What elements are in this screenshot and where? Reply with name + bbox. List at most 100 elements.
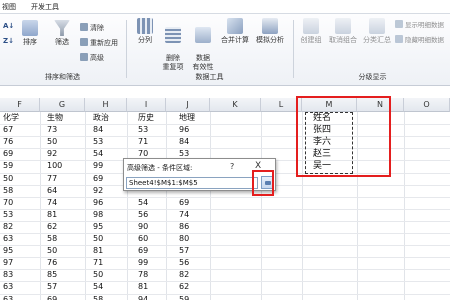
- remove-duplicates-button[interactable]: 删除 重复项: [158, 18, 188, 72]
- table-cell[interactable]: 92: [93, 185, 103, 197]
- table-cell[interactable]: 57: [47, 281, 57, 293]
- reapply-button[interactable]: 重新应用: [80, 38, 118, 48]
- table-cell[interactable]: 54: [93, 148, 103, 160]
- table-cell[interactable]: 69: [93, 173, 103, 185]
- advanced-button[interactable]: 高级: [80, 53, 104, 63]
- table-cell[interactable]: 92: [47, 148, 57, 160]
- table-cell[interactable]: 60: [138, 233, 148, 245]
- table-cell[interactable]: 64: [47, 185, 57, 197]
- table-cell[interactable]: 62: [179, 281, 189, 293]
- table-cell[interactable]: 63: [3, 294, 13, 300]
- table-cell[interactable]: 99: [93, 160, 103, 172]
- column-header-f[interactable]: F: [0, 98, 40, 112]
- table-cell[interactable]: 54: [93, 281, 103, 293]
- show-detail-button[interactable]: 显示明细数据: [395, 20, 444, 30]
- table-cell[interactable]: 84: [179, 136, 189, 148]
- group-button[interactable]: 创建组: [296, 18, 326, 45]
- header-cell[interactable]: 化学: [3, 112, 19, 124]
- table-cell[interactable]: 83: [3, 269, 13, 281]
- column-header-g[interactable]: G: [40, 98, 85, 112]
- table-cell[interactable]: 96: [93, 197, 103, 209]
- table-cell[interactable]: 58: [47, 233, 57, 245]
- table-cell[interactable]: 85: [47, 269, 57, 281]
- header-cell[interactable]: 历史: [138, 112, 154, 124]
- column-header-k[interactable]: K: [210, 98, 261, 112]
- table-cell[interactable]: 81: [93, 245, 103, 257]
- table-cell[interactable]: 71: [93, 257, 103, 269]
- table-cell[interactable]: 81: [47, 209, 57, 221]
- column-header-j[interactable]: J: [166, 98, 210, 112]
- sort-button[interactable]: 排序: [18, 20, 42, 47]
- table-cell[interactable]: 53: [3, 209, 13, 221]
- table-cell[interactable]: 69: [179, 197, 189, 209]
- table-cell[interactable]: 63: [3, 281, 13, 293]
- whatif-button[interactable]: 模拟分析: [252, 18, 288, 45]
- table-cell[interactable]: 54: [138, 197, 148, 209]
- table-cell[interactable]: 69: [3, 148, 13, 160]
- table-cell[interactable]: 80: [179, 233, 189, 245]
- table-cell[interactable]: 82: [179, 269, 189, 281]
- table-cell[interactable]: 76: [47, 257, 57, 269]
- filter-button[interactable]: 筛选: [50, 20, 74, 47]
- table-cell[interactable]: 99: [138, 257, 148, 269]
- table-cell[interactable]: 95: [3, 245, 13, 257]
- table-cell[interactable]: 53: [138, 124, 148, 136]
- table-cell[interactable]: 98: [93, 209, 103, 221]
- consolidate-button[interactable]: 合并计算: [218, 18, 252, 45]
- table-cell[interactable]: 90: [138, 221, 148, 233]
- table-cell[interactable]: 50: [93, 269, 103, 281]
- table-cell[interactable]: 84: [93, 124, 103, 136]
- table-cell[interactable]: 50: [93, 233, 103, 245]
- table-cell[interactable]: 100: [47, 160, 62, 172]
- table-cell[interactable]: 94: [138, 294, 148, 300]
- table-cell[interactable]: 82: [3, 221, 13, 233]
- table-cell[interactable]: 57: [179, 245, 189, 257]
- header-cell[interactable]: 生物: [47, 112, 63, 124]
- table-cell[interactable]: 76: [3, 136, 13, 148]
- table-cell[interactable]: 77: [47, 173, 57, 185]
- menu-developer[interactable]: 开发工具: [31, 2, 59, 12]
- table-cell[interactable]: 71: [138, 136, 148, 148]
- table-cell[interactable]: 56: [179, 257, 189, 269]
- table-cell[interactable]: 56: [138, 209, 148, 221]
- criteria-range-input[interactable]: Sheet4!$M$1:$M$5: [126, 177, 258, 189]
- sort-az-icon[interactable]: A↓: [3, 22, 14, 31]
- split-button[interactable]: 分列: [132, 18, 158, 45]
- table-cell[interactable]: 73: [47, 124, 57, 136]
- menu-view[interactable]: 视图: [2, 2, 16, 12]
- table-cell[interactable]: 95: [93, 221, 103, 233]
- table-cell[interactable]: 78: [138, 269, 148, 281]
- table-cell[interactable]: 67: [3, 124, 13, 136]
- column-header-h[interactable]: H: [85, 98, 127, 112]
- help-icon[interactable]: ?: [230, 162, 234, 171]
- table-cell[interactable]: 63: [3, 233, 13, 245]
- table-cell[interactable]: 70: [3, 197, 13, 209]
- column-header-o[interactable]: O: [404, 98, 450, 112]
- table-cell[interactable]: 59: [3, 160, 13, 172]
- table-cell[interactable]: 81: [138, 281, 148, 293]
- table-cell[interactable]: 69: [138, 245, 148, 257]
- table-cell[interactable]: 74: [47, 197, 57, 209]
- table-cell[interactable]: 62: [47, 221, 57, 233]
- table-cell[interactable]: 50: [47, 136, 57, 148]
- table-cell[interactable]: 58: [93, 294, 103, 300]
- header-cell[interactable]: 政治: [93, 112, 109, 124]
- column-header-i[interactable]: I: [127, 98, 166, 112]
- ungroup-button[interactable]: 取消组合: [326, 18, 360, 45]
- table-cell[interactable]: 59: [179, 294, 189, 300]
- table-cell[interactable]: 97: [3, 257, 13, 269]
- table-cell[interactable]: 50: [47, 245, 57, 257]
- table-cell[interactable]: 86: [179, 221, 189, 233]
- worksheet[interactable]: F G H I J K L M N O 化学 生物 政治 历史 地理 67 73 84 53 96 76 50 53 71 84…: [0, 96, 450, 300]
- table-cell[interactable]: 69: [47, 294, 57, 300]
- table-cell[interactable]: 50: [3, 173, 13, 185]
- sort-za-icon[interactable]: Z↓: [3, 37, 14, 46]
- table-cell[interactable]: 96: [179, 124, 189, 136]
- hide-detail-button[interactable]: 隐藏明细数据: [395, 35, 444, 45]
- table-cell[interactable]: 53: [93, 136, 103, 148]
- table-cell[interactable]: 58: [3, 185, 13, 197]
- header-cell[interactable]: 地理: [179, 112, 195, 124]
- clear-button[interactable]: 清除: [80, 23, 104, 33]
- table-cell[interactable]: 74: [179, 209, 189, 221]
- subtotal-button[interactable]: 分类汇总: [360, 18, 394, 45]
